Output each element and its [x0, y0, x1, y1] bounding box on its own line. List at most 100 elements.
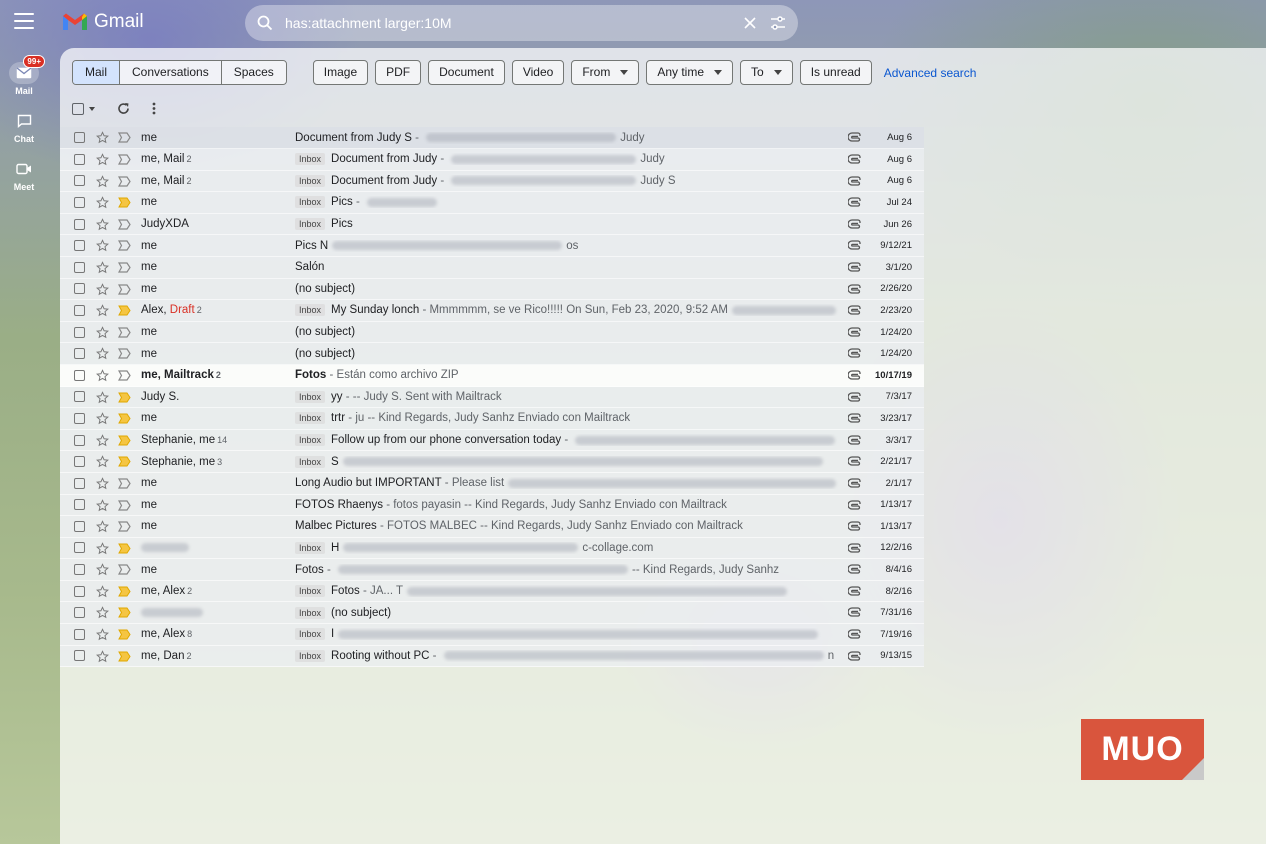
row-checkbox[interactable] [74, 196, 85, 208]
clear-search-icon[interactable] [744, 17, 756, 29]
row-checkbox[interactable] [74, 240, 85, 252]
row-checkbox[interactable] [74, 132, 85, 143]
search-input[interactable]: has:attachment larger:10M [285, 15, 730, 31]
star-icon[interactable] [96, 325, 109, 339]
importance-marker-icon[interactable] [117, 175, 131, 187]
importance-marker-icon[interactable] [117, 521, 131, 532]
importance-marker-icon[interactable] [117, 132, 131, 143]
email-row[interactable]: me FOTOS Rhaenys - fotos payasin -- Kind … [60, 494, 924, 517]
row-checkbox[interactable] [74, 477, 85, 489]
importance-marker-icon[interactable] [117, 240, 131, 251]
importance-marker-icon[interactable] [118, 651, 131, 662]
row-checkbox[interactable] [74, 542, 85, 554]
email-row[interactable]: Stephanie, me 14 Inbox Follow up from our p… [60, 429, 924, 452]
email-row[interactable]: Judy S. Inbox yy - -- Judy S. Sent with Ma… [60, 386, 924, 409]
row-checkbox[interactable] [74, 304, 85, 316]
email-row[interactable]: me Fotos - -- Kind Regards, Judy Sanhz 8/4… [60, 559, 924, 581]
email-row[interactable]: me Malbec Pictures - FOTOS MALBEC -- Kind… [60, 516, 924, 538]
email-row[interactable]: me Salón 3/1/20 [60, 256, 924, 279]
email-row[interactable]: me, Alex 2 Inbox Fotos - JA... T 8/2/16 [60, 580, 924, 603]
filter-chip-document[interactable]: Document [428, 60, 505, 85]
star-icon[interactable] [96, 477, 109, 490]
search-bar[interactable]: has:attachment larger:10M [245, 5, 798, 41]
email-row[interactable]: me Long Audio but IMPORTANT - Please list… [60, 472, 924, 495]
tab-spaces[interactable]: Spaces [221, 61, 286, 84]
importance-marker-icon[interactable] [118, 586, 131, 597]
row-checkbox[interactable] [74, 218, 85, 230]
importance-marker-icon[interactable] [118, 629, 131, 640]
star-icon[interactable] [96, 347, 109, 360]
row-checkbox[interactable] [74, 607, 85, 619]
email-row[interactable]: Alex, Draft 2 Inbox My Sunday lonch - Mmmmm… [60, 300, 924, 322]
row-checkbox[interactable] [74, 175, 85, 187]
email-row[interactable]: Inbox Hc-collage.com 12/2/16 [60, 537, 924, 560]
importance-marker-icon[interactable] [117, 564, 131, 575]
filter-chip-pdf[interactable]: PDF [375, 60, 422, 85]
star-icon[interactable] [96, 196, 109, 209]
row-checkbox[interactable] [74, 628, 85, 640]
star-icon[interactable] [96, 261, 109, 274]
email-row[interactable]: me, Mailtrack 2 Fotos - Están como archivo… [60, 364, 924, 387]
star-icon[interactable] [96, 585, 109, 598]
row-checkbox[interactable] [74, 153, 85, 165]
row-checkbox[interactable] [74, 283, 85, 295]
select-dropdown-icon[interactable] [89, 106, 95, 111]
row-checkbox[interactable] [74, 326, 85, 338]
rail-mail[interactable]: 99+ Mail [9, 55, 45, 96]
email-row[interactable]: me (no subject) 2/26/20 [60, 278, 924, 301]
importance-marker-icon[interactable] [117, 499, 131, 511]
email-row[interactable]: me Inbox trtr - ju -- Kind Regards, Judy S… [60, 408, 924, 430]
email-row[interactable]: me Inbox Pics - Jul 24 [60, 192, 924, 214]
star-icon[interactable] [96, 433, 109, 447]
rail-chat[interactable]: Chat [9, 110, 39, 144]
importance-marker-icon[interactable] [117, 478, 131, 489]
importance-marker-icon[interactable] [118, 607, 131, 618]
star-icon[interactable] [96, 455, 109, 468]
filter-chip-image[interactable]: Image [312, 60, 369, 85]
refresh-button[interactable] [117, 102, 130, 115]
star-icon[interactable] [96, 606, 109, 619]
row-checkbox[interactable] [74, 348, 85, 360]
star-icon[interactable] [96, 153, 109, 166]
row-checkbox[interactable] [74, 369, 85, 381]
tab-conversations[interactable]: Conversations [120, 61, 222, 84]
star-icon[interactable] [96, 131, 109, 144]
star-icon[interactable] [96, 369, 109, 382]
importance-marker-icon[interactable] [118, 413, 131, 424]
email-row[interactable]: me (no subject) 1/24/20 [60, 343, 924, 365]
star-icon[interactable] [96, 520, 109, 533]
importance-marker-icon[interactable] [117, 283, 131, 295]
importance-marker-icon[interactable] [118, 543, 131, 554]
filter-chip-video[interactable]: Video [511, 60, 565, 85]
email-row[interactable]: me Pics N os 9/12/21 [60, 235, 924, 257]
email-row[interactable]: JudyXDA Inbox Pics Jun 26 [60, 213, 924, 236]
filter-chip-to[interactable]: To [740, 60, 793, 85]
star-icon[interactable] [96, 304, 109, 317]
email-row[interactable]: me, Mail 2 Inbox Document from Judy - Judy … [60, 170, 924, 193]
importance-marker-icon[interactable] [117, 154, 131, 165]
star-icon[interactable] [96, 541, 109, 555]
email-row[interactable]: Stephanie, me 3 Inbox S 2/21/17 [60, 451, 924, 473]
star-icon[interactable] [96, 649, 109, 663]
importance-marker-icon[interactable] [117, 370, 131, 381]
email-row[interactable]: me (no subject) 1/24/20 [60, 321, 924, 344]
tab-mail[interactable]: Mail [73, 61, 121, 84]
importance-marker-icon[interactable] [118, 197, 131, 208]
row-checkbox[interactable] [74, 261, 85, 273]
row-checkbox[interactable] [74, 456, 85, 468]
filter-chip-any-time[interactable]: Any time [646, 60, 733, 85]
importance-marker-icon[interactable] [117, 348, 131, 359]
row-checkbox[interactable] [74, 564, 85, 576]
gmail-logo[interactable]: Gmail [62, 11, 144, 33]
more-options-button[interactable] [152, 102, 156, 115]
star-icon[interactable] [96, 282, 109, 296]
filter-chip-from[interactable]: From [571, 60, 640, 85]
star-icon[interactable] [96, 563, 109, 576]
star-icon[interactable] [96, 217, 109, 231]
row-checkbox[interactable] [74, 520, 85, 532]
row-checkbox[interactable] [74, 412, 85, 424]
filter-chip-is-unread[interactable]: Is unread [799, 60, 872, 85]
importance-marker-icon[interactable] [117, 262, 131, 273]
advanced-search-link[interactable]: Advanced search [884, 66, 977, 80]
star-icon[interactable] [96, 628, 109, 641]
